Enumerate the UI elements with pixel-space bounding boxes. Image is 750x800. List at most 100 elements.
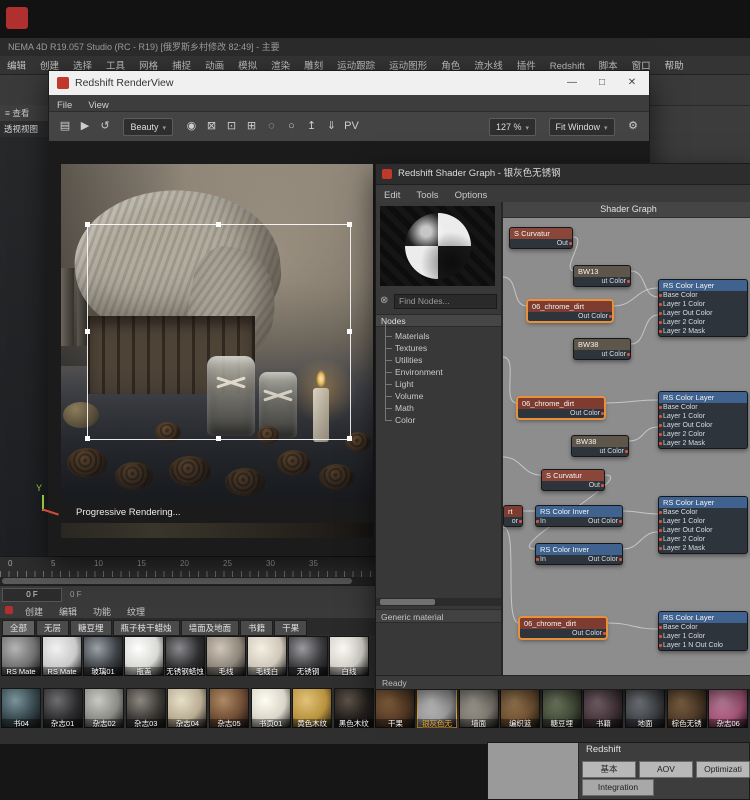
save-image-icon[interactable]: ⇓ bbox=[323, 117, 339, 135]
clear-search-icon[interactable]: ⊗ bbox=[380, 295, 388, 306]
maximize-button[interactable]: □ bbox=[587, 71, 617, 95]
graph-node-title: BW38 bbox=[572, 436, 628, 447]
tab-integration[interactable]: Integration bbox=[582, 779, 654, 796]
node-category-light[interactable]: Light bbox=[382, 378, 497, 390]
rendered-scene[interactable] bbox=[61, 164, 373, 501]
material-tab-3[interactable]: 糖豆埋 bbox=[70, 620, 112, 636]
main-menu-1[interactable]: 编辑 bbox=[0, 58, 33, 76]
material-item[interactable]: 编织篮 bbox=[500, 688, 540, 736]
material-name: 书页01 bbox=[251, 719, 291, 728]
graph-node-color-invert-2[interactable]: RS Color InverInOut Color bbox=[535, 543, 623, 565]
close-button[interactable]: ✕ bbox=[617, 71, 647, 95]
rs-tab-2[interactable]: AOV bbox=[639, 761, 693, 778]
graph-node-chrome-dirt-2[interactable]: 06_chrome_dirtOut Color bbox=[517, 397, 605, 419]
material-item[interactable]: 玻璃01 bbox=[83, 636, 123, 684]
graph-node-color-invert-1[interactable]: RS Color InverInOut Color bbox=[535, 505, 623, 527]
render-display-icon[interactable]: ▤ bbox=[57, 117, 73, 135]
graph-node-color-layer-2[interactable]: RS Color LayerBase ColorLayer 1 ColorLay… bbox=[658, 391, 748, 449]
graph-node-chrome-dirt-1[interactable]: 06_chrome_dirtOut Color bbox=[527, 300, 613, 322]
find-nodes-input[interactable]: Find Nodes... bbox=[394, 294, 497, 309]
node-category-environment[interactable]: Environment bbox=[382, 366, 497, 378]
material-item[interactable]: 干果 bbox=[375, 688, 415, 736]
main-menu-19[interactable]: 帮助 bbox=[658, 58, 691, 76]
material-item[interactable]: 棕色无锈 bbox=[667, 688, 707, 736]
material-tab-1[interactable]: 全部 bbox=[2, 620, 35, 636]
material-item[interactable]: 黑色木纹 bbox=[334, 688, 374, 736]
compare-icon[interactable]: ○ bbox=[283, 117, 299, 135]
material-item[interactable]: RS Mate bbox=[1, 636, 41, 684]
gear-icon[interactable]: ⚙ bbox=[625, 117, 641, 135]
material-item[interactable]: 无锈钢蜡烛 bbox=[165, 636, 205, 684]
material-item[interactable]: RS Mate bbox=[42, 636, 82, 684]
grid-icon[interactable]: ⊞ bbox=[243, 117, 259, 135]
material-item[interactable]: 书页01 bbox=[251, 688, 291, 736]
graph-node-color-layer-4[interactable]: RS Color LayerBase ColorLayer 1 ColorLay… bbox=[658, 611, 748, 651]
material-item[interactable]: 毛线白 bbox=[247, 636, 287, 684]
material-item[interactable]: 杂志05 bbox=[209, 688, 249, 736]
node-category-color[interactable]: Color bbox=[382, 414, 497, 426]
node-category-utilities[interactable]: Utilities bbox=[382, 354, 497, 366]
export-icon[interactable]: ↥ bbox=[303, 117, 319, 135]
graph-node-bw13[interactable]: BW13ut Color bbox=[573, 265, 631, 287]
material-item[interactable]: 地面 bbox=[625, 688, 665, 736]
shader-graph-titlebar[interactable]: Redshift Shader Graph - 银灰色无锈钢 bbox=[376, 164, 750, 185]
display-mode-select[interactable]: Beauty▾ bbox=[123, 118, 173, 136]
node-category-materials[interactable]: Materials bbox=[382, 330, 497, 342]
material-item[interactable]: 毛线 bbox=[206, 636, 246, 684]
material-tab-6[interactable]: 书籍 bbox=[240, 620, 273, 636]
material-item[interactable]: 糖豆埋 bbox=[542, 688, 582, 736]
graph-node-node-stub[interactable]: rtor bbox=[503, 505, 523, 527]
node-category-volume[interactable]: Volume bbox=[382, 390, 497, 402]
graph-node-color-layer-3[interactable]: RS Color LayerBase ColorLayer 1 ColorLay… bbox=[658, 496, 748, 554]
graph-node-bw38-1[interactable]: BW38ut Color bbox=[573, 338, 631, 360]
material-item[interactable]: 墙面 bbox=[459, 688, 499, 736]
material-item[interactable]: 杂志01 bbox=[43, 688, 83, 736]
material-item[interactable]: 杂志06 bbox=[708, 688, 748, 736]
node-canvas[interactable]: Shader Graph S CurvaturOutBW13ut Color06… bbox=[503, 202, 750, 675]
node-category-math[interactable]: Math bbox=[382, 402, 497, 414]
material-name: 白线 bbox=[329, 667, 369, 676]
zoom-select[interactable]: 127 %▾ bbox=[489, 118, 536, 136]
node-port-row: InOut Color bbox=[536, 555, 622, 564]
current-frame-field[interactable]: 0 F bbox=[2, 588, 62, 602]
material-tab-5[interactable]: 墙面及地面 bbox=[181, 620, 240, 636]
renderview-titlebar[interactable]: Redshift RenderView — □ ✕ bbox=[49, 71, 649, 95]
rs-tab-1[interactable]: 基本 bbox=[582, 761, 636, 778]
material-item[interactable]: 书04 bbox=[1, 688, 41, 736]
material-item[interactable]: 黄色木纹 bbox=[292, 688, 332, 736]
node-port-row: Layer Out Color bbox=[659, 309, 747, 318]
restart-render-icon[interactable]: ↺ bbox=[97, 117, 113, 135]
material-item[interactable]: 瓶盖 bbox=[124, 636, 164, 684]
material-item[interactable]: 银灰色无 bbox=[417, 688, 457, 736]
material-item[interactable]: 无锈钢 bbox=[288, 636, 328, 684]
timeline-scroll-thumb[interactable] bbox=[2, 578, 352, 584]
graph-node-chrome-dirt-3[interactable]: 06_chrome_dirtOut Color bbox=[519, 617, 607, 639]
region-render-icon[interactable]: ⊠ bbox=[203, 117, 219, 135]
material-item[interactable]: 杂志03 bbox=[126, 688, 166, 736]
generic-material-header[interactable]: Generic material bbox=[376, 609, 501, 623]
graph-node-curvature-1[interactable]: S CurvaturOut bbox=[509, 227, 573, 249]
graph-node-curvature-2[interactable]: S CurvaturOut bbox=[541, 469, 605, 491]
render-region-marquee[interactable] bbox=[87, 224, 351, 440]
graph-node-color-layer-1[interactable]: RS Color LayerBase ColorLayer 1 ColorLay… bbox=[658, 279, 748, 337]
viewport-tab[interactable]: ≡ 查看 bbox=[0, 105, 52, 121]
picture-viewer-icon[interactable]: PV bbox=[343, 117, 359, 135]
material-item[interactable]: 杂志02 bbox=[84, 688, 124, 736]
minimize-button[interactable]: — bbox=[557, 71, 587, 95]
sidebar-scrollbar[interactable] bbox=[376, 598, 501, 606]
material-tab-2[interactable]: 无层 bbox=[36, 620, 69, 636]
sidebar-scroll-thumb[interactable] bbox=[380, 599, 435, 605]
rs-tab-3[interactable]: Optimizati bbox=[696, 761, 750, 778]
material-tab-7[interactable]: 干果 bbox=[274, 620, 307, 636]
aov-channel-icon[interactable]: ◉ bbox=[183, 117, 199, 135]
node-category-textures[interactable]: Textures bbox=[382, 342, 497, 354]
graph-node-bw38-2[interactable]: BW38ut Color bbox=[571, 435, 629, 457]
fit-select[interactable]: Fit Window▾ bbox=[549, 118, 615, 136]
material-item[interactable]: 书籍 bbox=[583, 688, 623, 736]
material-item[interactable]: 白线 bbox=[329, 636, 369, 684]
lock-icon[interactable]: ⊡ bbox=[223, 117, 239, 135]
material-item[interactable]: 杂志04 bbox=[167, 688, 207, 736]
play-icon[interactable]: ▶ bbox=[77, 117, 93, 135]
material-tab-4[interactable]: 瓶子枝干蜡烛 bbox=[113, 620, 180, 636]
snapshot-icon[interactable]: ◌ bbox=[263, 117, 279, 135]
